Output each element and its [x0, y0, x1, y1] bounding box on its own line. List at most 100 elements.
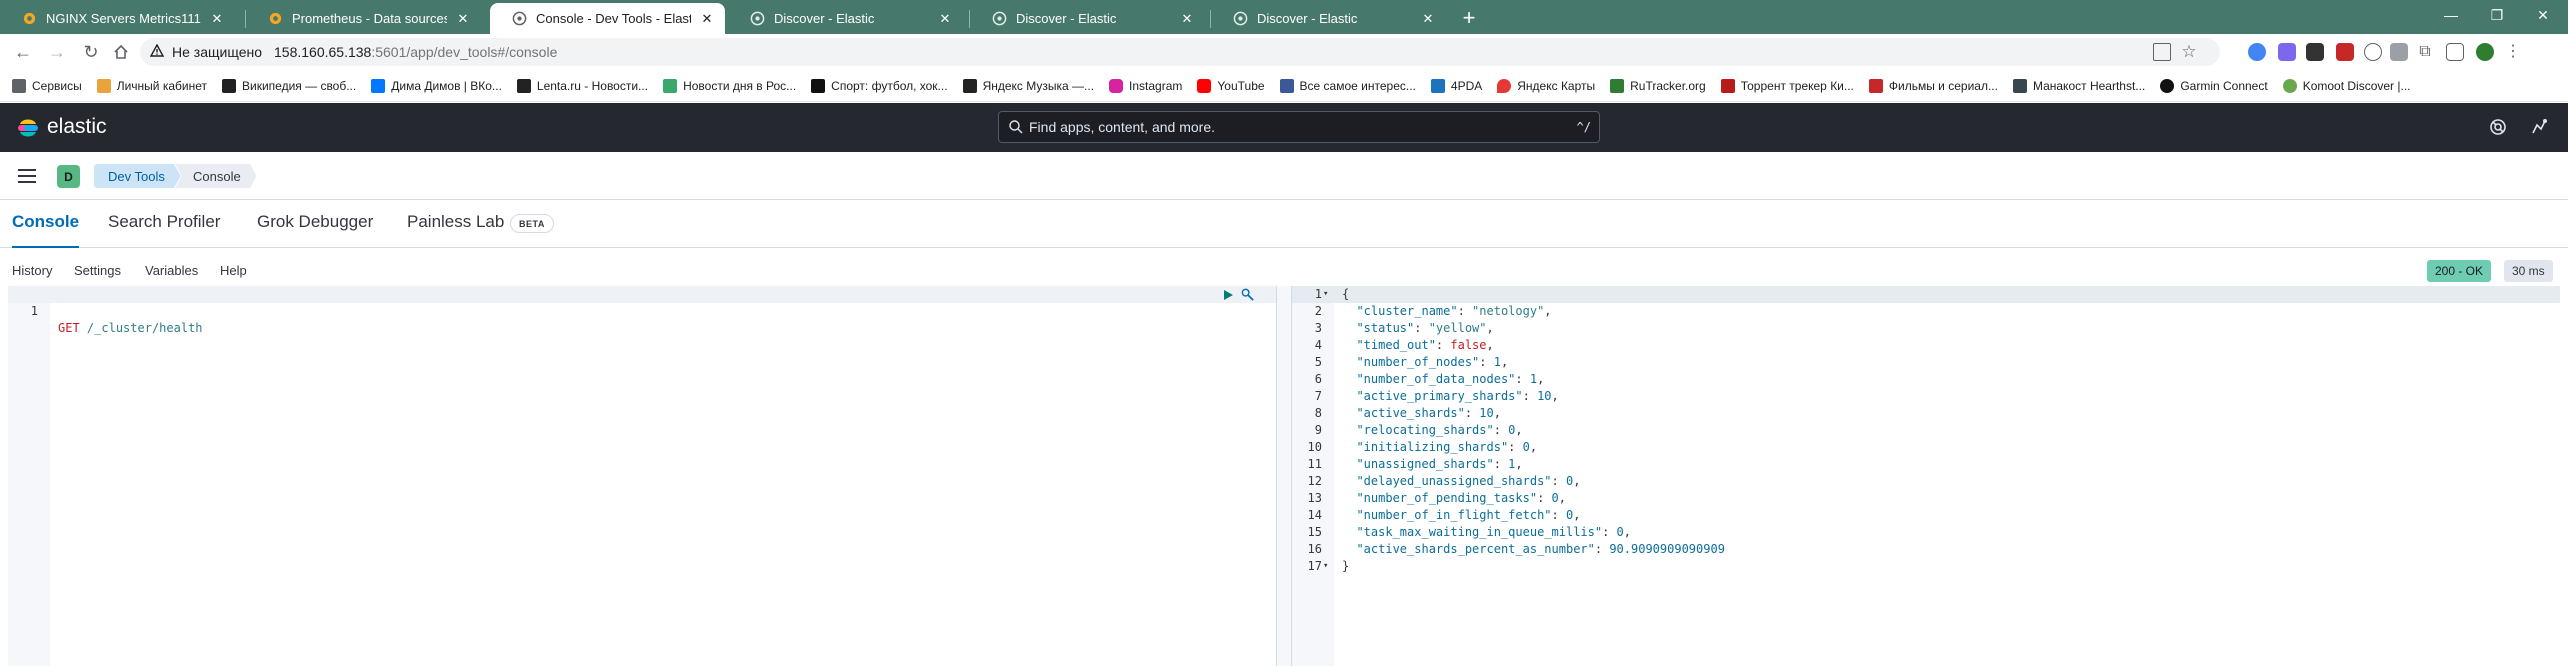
tab-painless-lab[interactable]: Painless Lab: [407, 212, 504, 248]
settings-menu-button[interactable]: Settings: [74, 263, 121, 278]
browser-tab[interactable]: Discover - Elastic ✕: [1211, 3, 1446, 34]
close-icon[interactable]: ✕: [1420, 11, 1436, 27]
back-arrow-icon[interactable]: ←: [10, 40, 36, 64]
wikipedia-icon: [222, 78, 236, 93]
response-line: 17 ▾}: [1292, 558, 2552, 575]
help-lifebuoy-icon[interactable]: [2487, 116, 2509, 138]
browser-menu-icon[interactable]: ⋮: [2504, 43, 2522, 61]
request-editor[interactable]: 1 GET /_cluster/health: [8, 286, 1276, 666]
side-panel-icon[interactable]: [2446, 43, 2464, 61]
home-icon[interactable]: [108, 40, 134, 64]
bookmark-item[interactable]: Все самое интерес...: [1279, 78, 1416, 93]
reload-icon[interactable]: ↻: [78, 40, 104, 64]
vk-icon: [371, 78, 386, 93]
browser-tab[interactable]: Prometheus - Data sources - Con ✕: [246, 3, 481, 34]
not-secure-label[interactable]: Не защищено: [172, 44, 262, 60]
new-tab-button[interactable]: +: [1454, 3, 1484, 33]
newsfeed-icon[interactable]: [2528, 116, 2550, 138]
bookmark-label: 4PDA: [1450, 78, 1483, 93]
bookmark-item[interactable]: Манакост Hearthst...: [2012, 78, 2145, 93]
extension-icon[interactable]: [2336, 43, 2354, 61]
url-omnibox[interactable]: Не защищено 158.160.65.138:5601/app/dev_…: [140, 38, 2220, 66]
tab-console[interactable]: Console: [12, 212, 80, 248]
extensions-puzzle-icon[interactable]: ⧉: [2416, 43, 2434, 61]
line-number: 10: [1307, 440, 1322, 454]
minimize-icon[interactable]: —: [2428, 0, 2474, 30]
browser-tab[interactable]: Discover - Elastic ✕: [728, 3, 963, 34]
close-icon[interactable]: ✕: [699, 11, 715, 27]
bookmark-item[interactable]: 4PDA: [1430, 78, 1483, 93]
line-number: 17: [1307, 559, 1322, 573]
bookmark-item[interactable]: Фильмы и сериал...: [1868, 78, 1998, 93]
response-line: 11 "unassigned_shards": 1,: [1292, 456, 2552, 473]
close-icon[interactable]: ✕: [455, 11, 471, 27]
bookmark-item[interactable]: Википедия — своб...: [222, 78, 356, 93]
wrench-actions-icon[interactable]: [1240, 287, 1255, 302]
pane-resize-handle[interactable]: [1276, 286, 1292, 666]
response-viewer[interactable]: 1 ▾{2 "cluster_name": "netology", 3 "statu…: [1292, 286, 2560, 666]
bookmark-item[interactable]: Яндекс Музыка —...: [962, 78, 1094, 93]
line-number: 12: [1307, 474, 1322, 488]
send-request-play-icon[interactable]: [1222, 289, 1234, 301]
bookmark-item[interactable]: Личный кабинет: [96, 78, 207, 93]
forward-arrow-icon[interactable]: →: [44, 40, 70, 64]
rutracker-icon: [1610, 78, 1625, 93]
bookmark-item[interactable]: RuTracker.org: [1610, 78, 1706, 93]
line-code: "cluster_name": "netology",: [1342, 304, 1552, 318]
bookmark-item[interactable]: Komoot Discover |...: [2282, 78, 2411, 93]
bookmark-item[interactable]: Спорт: футбол, хок...: [811, 78, 948, 93]
menu-hamburger-icon[interactable]: [18, 169, 36, 183]
line-code: "active_primary_shards": 10,: [1342, 389, 1559, 403]
close-icon[interactable]: ✕: [937, 11, 953, 27]
line-number: 15: [1307, 525, 1322, 539]
fold-arrow-icon[interactable]: ▾: [1323, 558, 1333, 575]
close-icon[interactable]: ✕: [1179, 11, 1195, 27]
bookmark-item[interactable]: Новости дня в Рос...: [663, 78, 796, 93]
line-number: 16: [1307, 542, 1322, 556]
bookmark-item[interactable]: Сервисы: [12, 78, 82, 93]
variables-menu-button[interactable]: Variables: [145, 263, 198, 278]
breadcrumb-dev-tools[interactable]: Dev Tools: [94, 164, 181, 188]
space-avatar[interactable]: D: [57, 165, 80, 188]
line-number: 2: [1314, 304, 1322, 318]
bookmark-label: RuTracker.org: [1630, 78, 1706, 93]
global-search-input[interactable]: Find apps, content, and more. ^/: [998, 111, 1600, 143]
window-close-icon[interactable]: ✕: [2520, 0, 2566, 30]
fold-arrow-icon[interactable]: ▾: [1323, 286, 1333, 303]
bookmark-star-icon[interactable]: ☆: [2180, 43, 2198, 61]
line-code: "unassigned_shards": 1,: [1342, 457, 1523, 471]
bookmark-item[interactable]: Дима Димов | ВКо...: [371, 78, 502, 93]
bookmark-label: Lenta.ru - Новости...: [536, 78, 649, 93]
bookmark-item[interactable]: Яндекс Карты: [1497, 78, 1595, 93]
browser-tab-active[interactable]: Console - Dev Tools - Elastic ✕: [490, 3, 725, 34]
warning-triangle-icon: [149, 43, 165, 60]
restore-icon[interactable]: ❐: [2474, 0, 2520, 30]
profile-avatar[interactable]: [2476, 43, 2494, 61]
browser-tab[interactable]: Discover - Elastic ✕: [970, 3, 1205, 34]
tab-search-profiler[interactable]: Search Profiler: [108, 212, 220, 248]
url-path: :5601/app/dev_tools#/console: [371, 44, 558, 60]
extension-globe-icon[interactable]: [2364, 43, 2382, 61]
bookmark-item[interactable]: Торрент трекер Ки...: [1720, 78, 1854, 93]
line-number: 3: [1314, 321, 1322, 335]
browser-tab[interactable]: NGINX Servers Metrics111 - Dash ✕: [0, 3, 235, 34]
extension-icon[interactable]: [2390, 43, 2408, 61]
bookmark-item[interactable]: YouTube: [1197, 78, 1265, 93]
share-icon[interactable]: [2153, 43, 2171, 61]
request-line[interactable]: 1 GET /_cluster/health: [8, 286, 1208, 335]
close-icon[interactable]: ✕: [209, 11, 225, 27]
bookmark-item[interactable]: Instagram: [1109, 78, 1182, 93]
bookmark-item[interactable]: Lenta.ru - Новости...: [516, 78, 649, 93]
history-menu-button[interactable]: History: [12, 263, 52, 278]
tab-title: Discover - Elastic: [1257, 11, 1358, 26]
extension-chrome-icon[interactable]: [2248, 43, 2266, 61]
help-menu-button[interactable]: Help: [220, 263, 247, 278]
tab-grok-debugger[interactable]: Grok Debugger: [257, 212, 373, 248]
bookmark-item[interactable]: Garmin Connect: [2160, 78, 2268, 93]
elastic-logo-icon[interactable]: [16, 116, 40, 140]
extension-icon[interactable]: [2278, 43, 2296, 61]
elastic-brand-name[interactable]: elastic: [47, 115, 107, 139]
extension-icon[interactable]: [2306, 43, 2324, 61]
bookmark-label: Garmin Connect: [2180, 78, 2268, 93]
response-line: 15 "task_max_waiting_in_queue_millis": 0…: [1292, 524, 2552, 541]
